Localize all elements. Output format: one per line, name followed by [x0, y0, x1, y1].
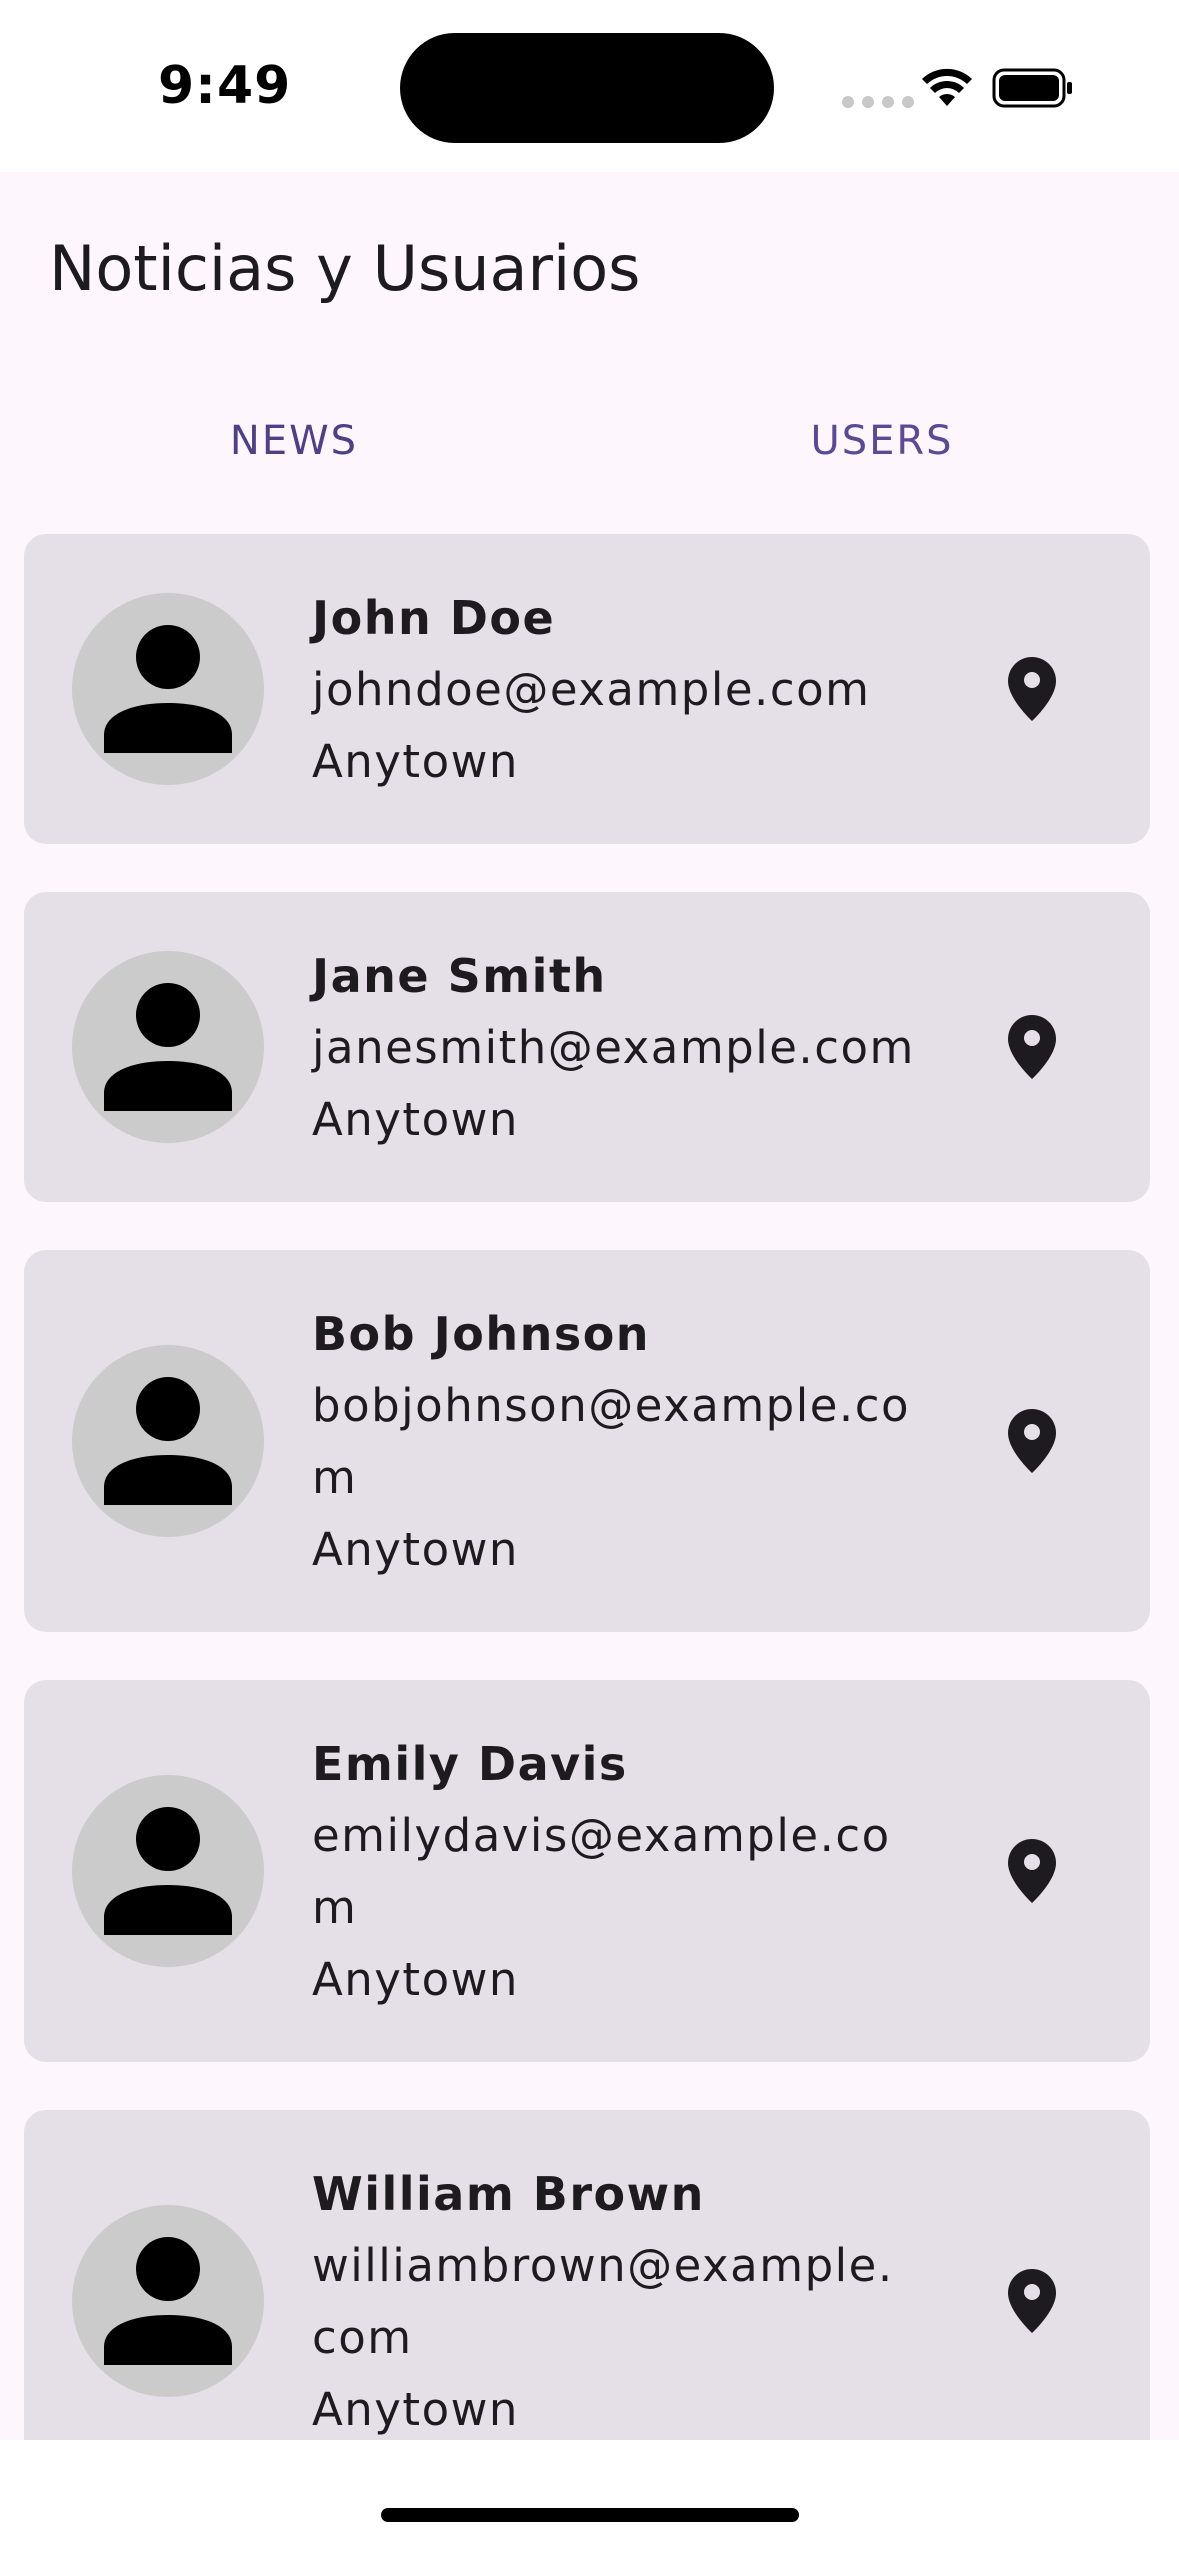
user-info: William Brown williambrown@example.com A… — [312, 2158, 952, 2440]
home-indicator-area — [0, 2440, 1179, 2556]
user-city: Anytown — [312, 1523, 519, 1576]
user-name: Jane Smith — [312, 949, 607, 1003]
user-name: Bob Johnson — [312, 1307, 651, 1361]
user-card[interactable]: Jane Smith janesmith@example.com Anytown — [24, 892, 1150, 1202]
person-icon — [72, 1345, 264, 1537]
user-name: William Brown — [312, 2167, 705, 2221]
dynamic-island — [400, 33, 774, 143]
location-pin-icon[interactable] — [1008, 1015, 1056, 1079]
person-icon — [72, 593, 264, 785]
user-city: Anytown — [312, 735, 519, 788]
person-icon — [72, 1775, 264, 1967]
user-info: Jane Smith janesmith@example.com Anytown — [312, 940, 952, 1156]
user-city: Anytown — [312, 2383, 519, 2436]
user-city: Anytown — [312, 1093, 519, 1146]
user-card[interactable]: William Brown williambrown@example.com A… — [24, 2110, 1150, 2440]
home-indicator[interactable] — [381, 2508, 799, 2522]
person-icon — [72, 2205, 264, 2397]
user-list[interactable]: John Doe johndoe@example.com Anytown Jan… — [0, 510, 1179, 2440]
user-city: Anytown — [312, 1953, 519, 2006]
user-card[interactable]: John Doe johndoe@example.com Anytown — [24, 534, 1150, 844]
user-card[interactable]: Emily Davis emilydavis@example.com Anyto… — [24, 1680, 1150, 2062]
page-title: Noticias y Usuarios — [49, 232, 641, 305]
user-info: John Doe johndoe@example.com Anytown — [312, 582, 952, 798]
app-bar: Noticias y Usuarios NEWS USERS — [0, 172, 1179, 710]
person-icon — [72, 951, 264, 1143]
wifi-icon — [922, 68, 972, 106]
location-pin-icon[interactable] — [1008, 1839, 1056, 1903]
user-name: Emily Davis — [312, 1737, 628, 1791]
user-email: janesmith@example.com — [312, 1021, 915, 1074]
user-email: williambrown@example.com — [312, 2239, 894, 2364]
location-pin-icon[interactable] — [1008, 657, 1056, 721]
user-email: bobjohnson@example.com — [312, 1379, 910, 1504]
battery-icon — [992, 68, 1072, 108]
user-name: John Doe — [312, 591, 556, 645]
tab-bar: NEWS USERS — [0, 372, 1179, 710]
tab-users[interactable]: USERS — [588, 372, 1176, 510]
location-pin-icon[interactable] — [1008, 1409, 1056, 1473]
tab-news[interactable]: NEWS — [0, 372, 588, 510]
status-bar: 9:49 — [0, 0, 1179, 172]
status-time: 9:49 — [158, 56, 292, 116]
user-email: emilydavis@example.com — [312, 1809, 891, 1934]
user-card[interactable]: Bob Johnson bobjohnson@example.com Anyto… — [24, 1250, 1150, 1632]
cellular-signal-icon — [842, 96, 914, 108]
user-info: Emily Davis emilydavis@example.com Anyto… — [312, 1728, 952, 2016]
user-email: johndoe@example.com — [312, 663, 871, 716]
user-info: Bob Johnson bobjohnson@example.com Anyto… — [312, 1298, 952, 1586]
location-pin-icon[interactable] — [1008, 2269, 1056, 2333]
